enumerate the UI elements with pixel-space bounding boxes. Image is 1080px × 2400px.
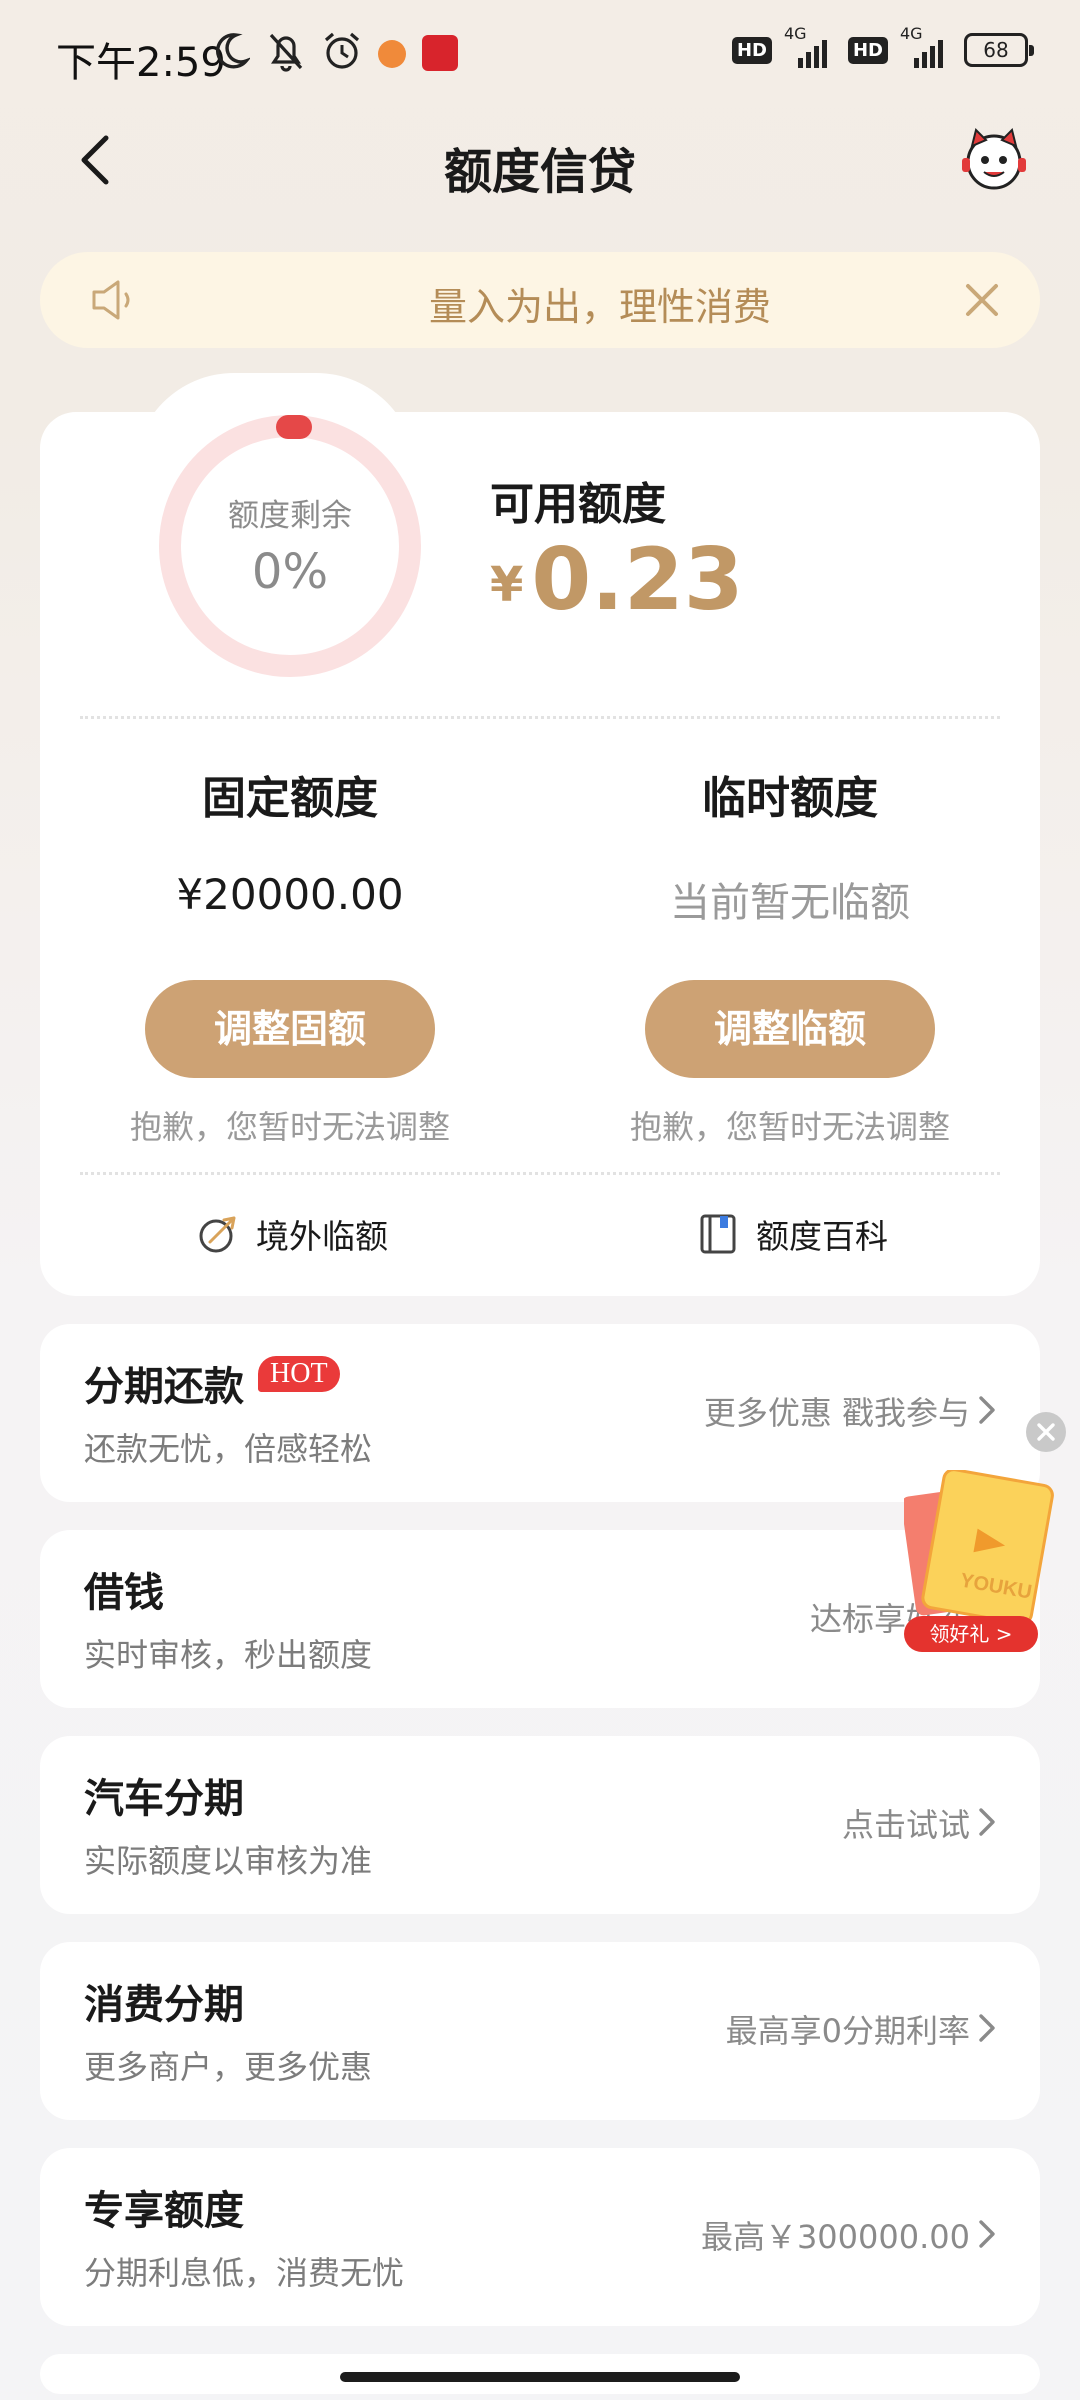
item-subtitle: 分期利息低，消费无忧	[84, 2254, 405, 2292]
overseas-temp-quota-link[interactable]: 境外临额	[196, 1204, 388, 1264]
available-amount: ¥0.23	[490, 530, 744, 630]
temp-quota-value: 当前暂无临额	[670, 880, 910, 926]
item-title: 分期还款	[84, 1364, 244, 1410]
temp-quota-title: 临时额度	[702, 773, 878, 824]
ring-value: 0%	[251, 544, 329, 600]
item-subtitle: 实际额度以审核为准	[84, 1842, 373, 1880]
ring-progress-dot	[276, 415, 312, 439]
item-right-text: 点击试试	[841, 1806, 970, 1844]
list-item-consumer-installment[interactable]: 消费分期 更多商户，更多优惠 最高享0分期利率	[40, 1942, 1040, 2120]
ring-label: 额度剩余	[228, 498, 352, 534]
nav-bar: 额度信贷	[0, 110, 1080, 210]
item-title: 专享额度	[84, 2188, 244, 2234]
promo-claim-button[interactable]: 领好礼 >	[904, 1616, 1038, 1652]
mute-bell-icon	[269, 33, 303, 72]
fixed-quota-value: ¥20000.00	[176, 870, 404, 919]
temp-quota-note: 抱歉，您暂时无法调整	[629, 1108, 950, 1146]
adjust-temp-button[interactable]: 调整临额	[645, 980, 935, 1078]
close-icon[interactable]	[960, 278, 1004, 322]
hd-badge-2: HD	[847, 36, 888, 64]
chevron-right-icon	[979, 1396, 995, 1424]
list-item-car-installment[interactable]: 汽车分期 实际额度以审核为准 点击试试	[40, 1736, 1040, 1914]
notice-bar: 量入为出，理性消费	[40, 252, 1040, 348]
signal-icon: 4G	[784, 24, 836, 68]
divider	[80, 716, 1000, 719]
divider-2	[80, 1172, 1000, 1175]
book-icon	[700, 1214, 736, 1254]
item-title: 汽车分期	[84, 1776, 244, 1822]
page-title: 额度信贷	[443, 144, 636, 200]
notice-text: 量入为出，理性消费	[428, 285, 771, 329]
status-bar: 下午2:59 HD 4G HD 4G 68	[0, 0, 1080, 110]
item-right-text: 最高￥300000.00	[700, 2218, 970, 2256]
fixed-quota-note: 抱歉，您暂时无法调整	[129, 1108, 450, 1146]
status-right: HD 4G HD 4G 68	[731, 24, 1034, 68]
app-notification-icon	[378, 40, 406, 68]
item-right-text: 最高享0分期利率	[725, 2012, 970, 2050]
list-item-borrow[interactable]: 借钱 实时审核，秒出额度 达标享好礼	[40, 1530, 1040, 1708]
item-right-text: 更多优惠 戳我参与	[703, 1394, 970, 1432]
chevron-right-icon	[979, 1808, 995, 1836]
quota-encyclopedia-link[interactable]: 额度百科	[696, 1204, 888, 1264]
encyclopedia-link-label: 额度百科	[756, 1217, 888, 1256]
item-subtitle: 实时审核，秒出额度	[84, 1636, 373, 1674]
fixed-quota-title: 固定额度	[202, 773, 378, 824]
home-indicator[interactable]	[340, 2372, 740, 2382]
battery-icon: 68	[964, 33, 1034, 67]
promo-close-button[interactable]	[1026, 1412, 1066, 1452]
alarm-icon	[324, 32, 360, 69]
item-title: 借钱	[84, 1570, 164, 1616]
status-time: 下午2:59	[56, 40, 226, 86]
chevron-right-icon	[979, 2014, 995, 2042]
signal-icon-2: 4G	[900, 24, 952, 68]
mascot-service-icon[interactable]	[958, 124, 1030, 196]
available-label: 可用额度	[490, 479, 666, 530]
list-item-installment-repayment[interactable]: 分期还款 HOT 还款无忧，倍感轻松 更多优惠 戳我参与	[40, 1324, 1040, 1502]
adjust-fixed-button[interactable]: 调整固额	[145, 980, 435, 1078]
moon-icon	[215, 33, 250, 69]
fixed-quota-column: 固定额度 ¥20000.00 调整固额 抱歉，您暂时无法调整	[40, 762, 540, 1148]
hd-badge: HD	[731, 36, 772, 64]
overseas-link-label: 境外临额	[256, 1217, 388, 1256]
item-subtitle: 更多商户，更多优惠	[84, 2048, 373, 2086]
item-subtitle: 还款无忧，倍感轻松	[84, 1430, 373, 1468]
status-icons	[212, 30, 458, 72]
plane-globe-icon	[199, 1216, 236, 1253]
temp-quota-column: 临时额度 当前暂无临额 调整临额 抱歉，您暂时无法调整	[540, 762, 1040, 1148]
available-amount-value: 0.23	[531, 530, 744, 630]
hot-badge: HOT	[258, 1356, 340, 1392]
currency-symbol: ¥	[490, 557, 524, 613]
app-notification-icon-2	[422, 35, 458, 71]
close-icon	[1037, 1423, 1055, 1441]
chevron-right-icon	[979, 2220, 995, 2248]
item-title: 消费分期	[84, 1982, 244, 2028]
list-item-exclusive-quota[interactable]: 专享额度 分期利息低，消费无忧 最高￥300000.00	[40, 2148, 1040, 2326]
